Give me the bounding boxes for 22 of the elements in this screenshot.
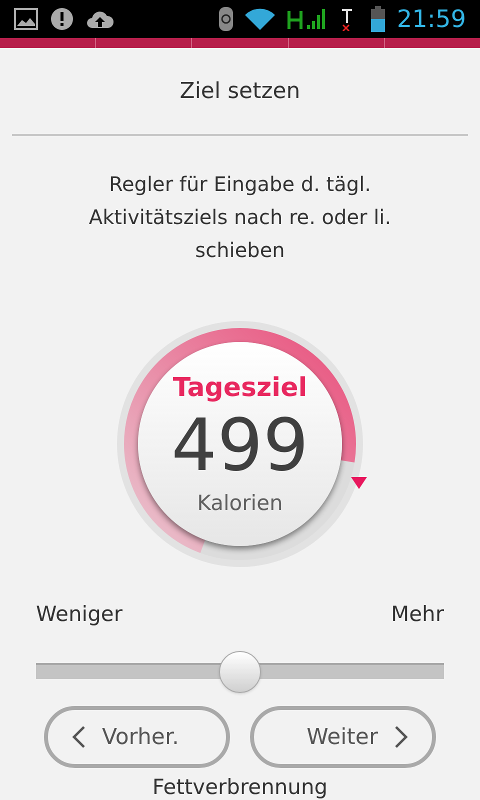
alert-icon [50, 7, 74, 31]
clock-time: 21:59 [396, 7, 466, 31]
slider-thumb[interactable] [219, 650, 261, 692]
battery-icon [370, 6, 385, 32]
chevron-right-icon [394, 725, 408, 749]
less-label: Weniger [36, 601, 122, 628]
summary-text: Fettverbrennung [152, 774, 328, 800]
chevron-left-icon [72, 725, 86, 749]
image-icon [14, 8, 38, 30]
goal-value: 499 [171, 408, 309, 480]
sync-icon [218, 7, 233, 31]
back-button[interactable]: Vorher. [44, 706, 230, 768]
wifi-icon [244, 8, 275, 30]
cloud-upload-icon [86, 9, 114, 29]
next-button[interactable]: Weiter [250, 706, 436, 768]
signal-icon [286, 7, 327, 31]
pointer-icon [350, 477, 367, 490]
goal-label: Tagesziel [172, 374, 308, 400]
instruction-text: Regler für Eingabe d. tägl. Aktivitätsziels nach re. oder li. schieben [88, 171, 392, 264]
page-title: Ziel setzen [180, 78, 300, 106]
goal-unit: Kalorien [197, 492, 283, 514]
more-label: Mehr [391, 601, 444, 628]
